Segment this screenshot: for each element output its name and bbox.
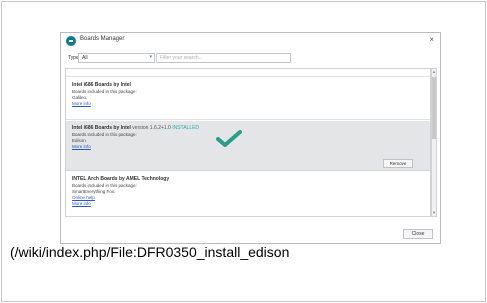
board-title: INTEL Arch Boards by AMEL Technology	[72, 176, 170, 182]
more-info-link[interactable]: More info	[72, 101, 91, 106]
close-icon[interactable]: ×	[429, 35, 434, 45]
scroll-thumb[interactable]	[432, 77, 436, 139]
board-title: Intel i686 Boards by Intel	[72, 82, 131, 88]
boards-included-label: Boards included in this package:	[72, 183, 137, 188]
window-title: Boards Manager	[80, 36, 125, 42]
file-link-caption[interactable]: (/wiki/index.php/File:DFR0350_install_ed…	[10, 244, 289, 260]
more-info-link[interactable]: More info	[72, 144, 91, 149]
remove-button[interactable]: Remove	[383, 159, 413, 168]
boards-included-label: Boards included in this package:	[72, 89, 137, 94]
type-dropdown[interactable]: All ▾	[78, 53, 155, 63]
thumbnail-frame: Boards Manager × Type All ▾ Intel i686 B…	[1, 1, 486, 302]
board-version: version 1.6.2+1.0	[132, 125, 171, 131]
scroll-up-icon[interactable]: ▲	[432, 69, 436, 75]
boards-manager-window: Boards Manager × Type All ▾ Intel i686 B…	[60, 32, 441, 244]
boards-list-text: SmartEverything Fox.	[72, 189, 116, 194]
type-value: All	[82, 55, 88, 61]
boards-list: Intel i686 Boards by Intel Boards includ…	[65, 68, 431, 217]
scrollbar[interactable]: ▲ ▼	[431, 68, 437, 217]
title-bar: Boards Manager ×	[61, 33, 440, 49]
online-help-link[interactable]: Online help	[72, 195, 95, 200]
installed-badge: INSTALLED	[172, 125, 200, 131]
board-title: Intel i686 Boards by Intel version 1.6.2…	[72, 125, 200, 131]
chevron-down-icon: ▾	[149, 54, 152, 60]
boards-list-text: Edison.	[72, 138, 88, 143]
search-input[interactable]	[156, 53, 291, 63]
checkmark-icon	[216, 130, 242, 147]
arduino-icon	[66, 36, 76, 46]
boards-included-label: Boards included in this package:	[72, 132, 137, 137]
list-item-selected[interactable]: Intel i686 Boards by Intel version 1.6.2…	[66, 121, 430, 171]
close-button[interactable]: Close	[403, 229, 433, 239]
boards-list-text: Galileo.	[72, 95, 88, 100]
list-item[interactable]: INTEL Arch Boards by AMEL Technology Boa…	[66, 172, 430, 216]
more-info-link[interactable]: More info	[72, 201, 91, 206]
scroll-down-icon[interactable]: ▼	[432, 210, 436, 216]
list-item[interactable]: Intel i686 Boards by Intel Boards includ…	[66, 78, 430, 120]
filter-bar: Type All ▾	[65, 53, 436, 65]
list-item-partial	[66, 69, 430, 77]
